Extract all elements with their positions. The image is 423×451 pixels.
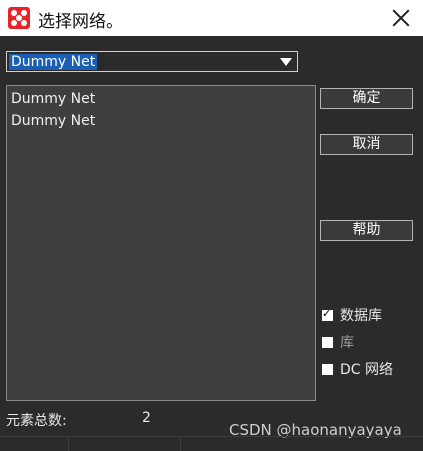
- database-checkbox-label: 数据库: [340, 308, 382, 324]
- status-divider: [68, 436, 69, 451]
- help-button[interactable]: 帮助: [320, 220, 413, 241]
- network-list[interactable]: Dummy Net Dummy Net: [6, 85, 316, 401]
- checkbox-unchecked-icon[interactable]: [322, 364, 333, 375]
- checkbox-checked-icon[interactable]: [322, 307, 333, 321]
- list-item[interactable]: Dummy Net: [11, 90, 95, 108]
- ok-button[interactable]: 确定: [320, 88, 413, 109]
- network-dropdown[interactable]: Dummy Net: [6, 51, 298, 72]
- checkbox-unchecked-icon[interactable]: [322, 337, 333, 348]
- chevron-down-icon[interactable]: [280, 58, 292, 66]
- library-checkbox-label: 库: [340, 335, 354, 351]
- app-logo-icon: [8, 7, 30, 29]
- list-item[interactable]: Dummy Net: [11, 112, 95, 130]
- dc-net-checkbox-label: DC 网络: [340, 362, 394, 378]
- element-count-label: 元素总数:: [6, 413, 67, 429]
- cancel-button[interactable]: 取消: [320, 134, 413, 155]
- status-divider: [0, 436, 423, 437]
- title-bar: 选择网络。: [0, 0, 423, 36]
- window-title: 选择网络。: [38, 12, 123, 32]
- element-count-value: 2: [142, 410, 151, 426]
- status-divider: [180, 436, 181, 451]
- network-dropdown-value: Dummy Net: [9, 54, 98, 70]
- close-icon[interactable]: [391, 8, 411, 28]
